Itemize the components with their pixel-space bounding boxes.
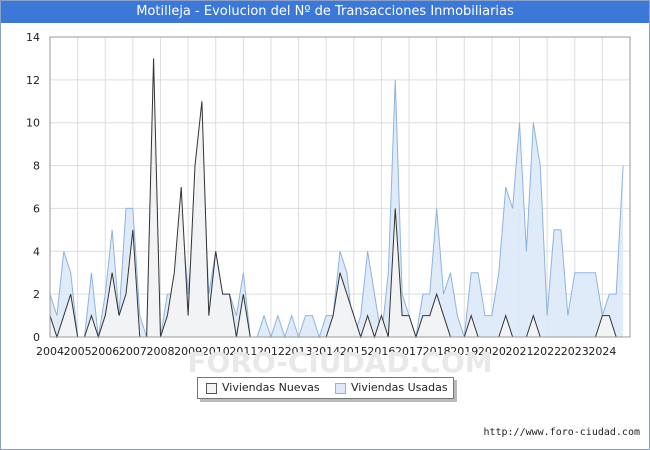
legend: Viviendas Nuevas Viviendas Usadas (197, 377, 454, 399)
y-tick-label: 14 (26, 31, 40, 44)
x-tick-label: 2008 (146, 345, 174, 358)
y-tick-label: 2 (33, 288, 40, 301)
x-tick-label: 2007 (119, 345, 147, 358)
y-tick-label: 10 (26, 117, 40, 130)
y-tick-label: 4 (33, 245, 40, 258)
x-tick-label: 2004 (36, 345, 64, 358)
legend-swatch-usadas (335, 383, 346, 394)
x-tick-label: 2021 (506, 345, 534, 358)
x-tick-label: 2023 (561, 345, 589, 358)
y-tick-label: 8 (33, 160, 40, 173)
source-credit: http://www.foro-ciudad.com (483, 427, 640, 438)
legend-label-usadas: Viviendas Usadas (351, 381, 448, 394)
x-tick-label: 2024 (588, 345, 616, 358)
y-tick-label: 0 (33, 331, 40, 344)
watermark: FORO-CIUDAD.COM (187, 346, 492, 379)
legend-label-nuevas: Viviendas Nuevas (222, 381, 320, 394)
x-tick-label: 2022 (533, 345, 561, 358)
legend-swatch-nuevas (206, 383, 217, 394)
y-tick-label: 6 (33, 202, 40, 215)
y-tick-label: 12 (26, 74, 40, 87)
x-tick-label: 2005 (64, 345, 92, 358)
x-tick-label: 2006 (91, 345, 119, 358)
